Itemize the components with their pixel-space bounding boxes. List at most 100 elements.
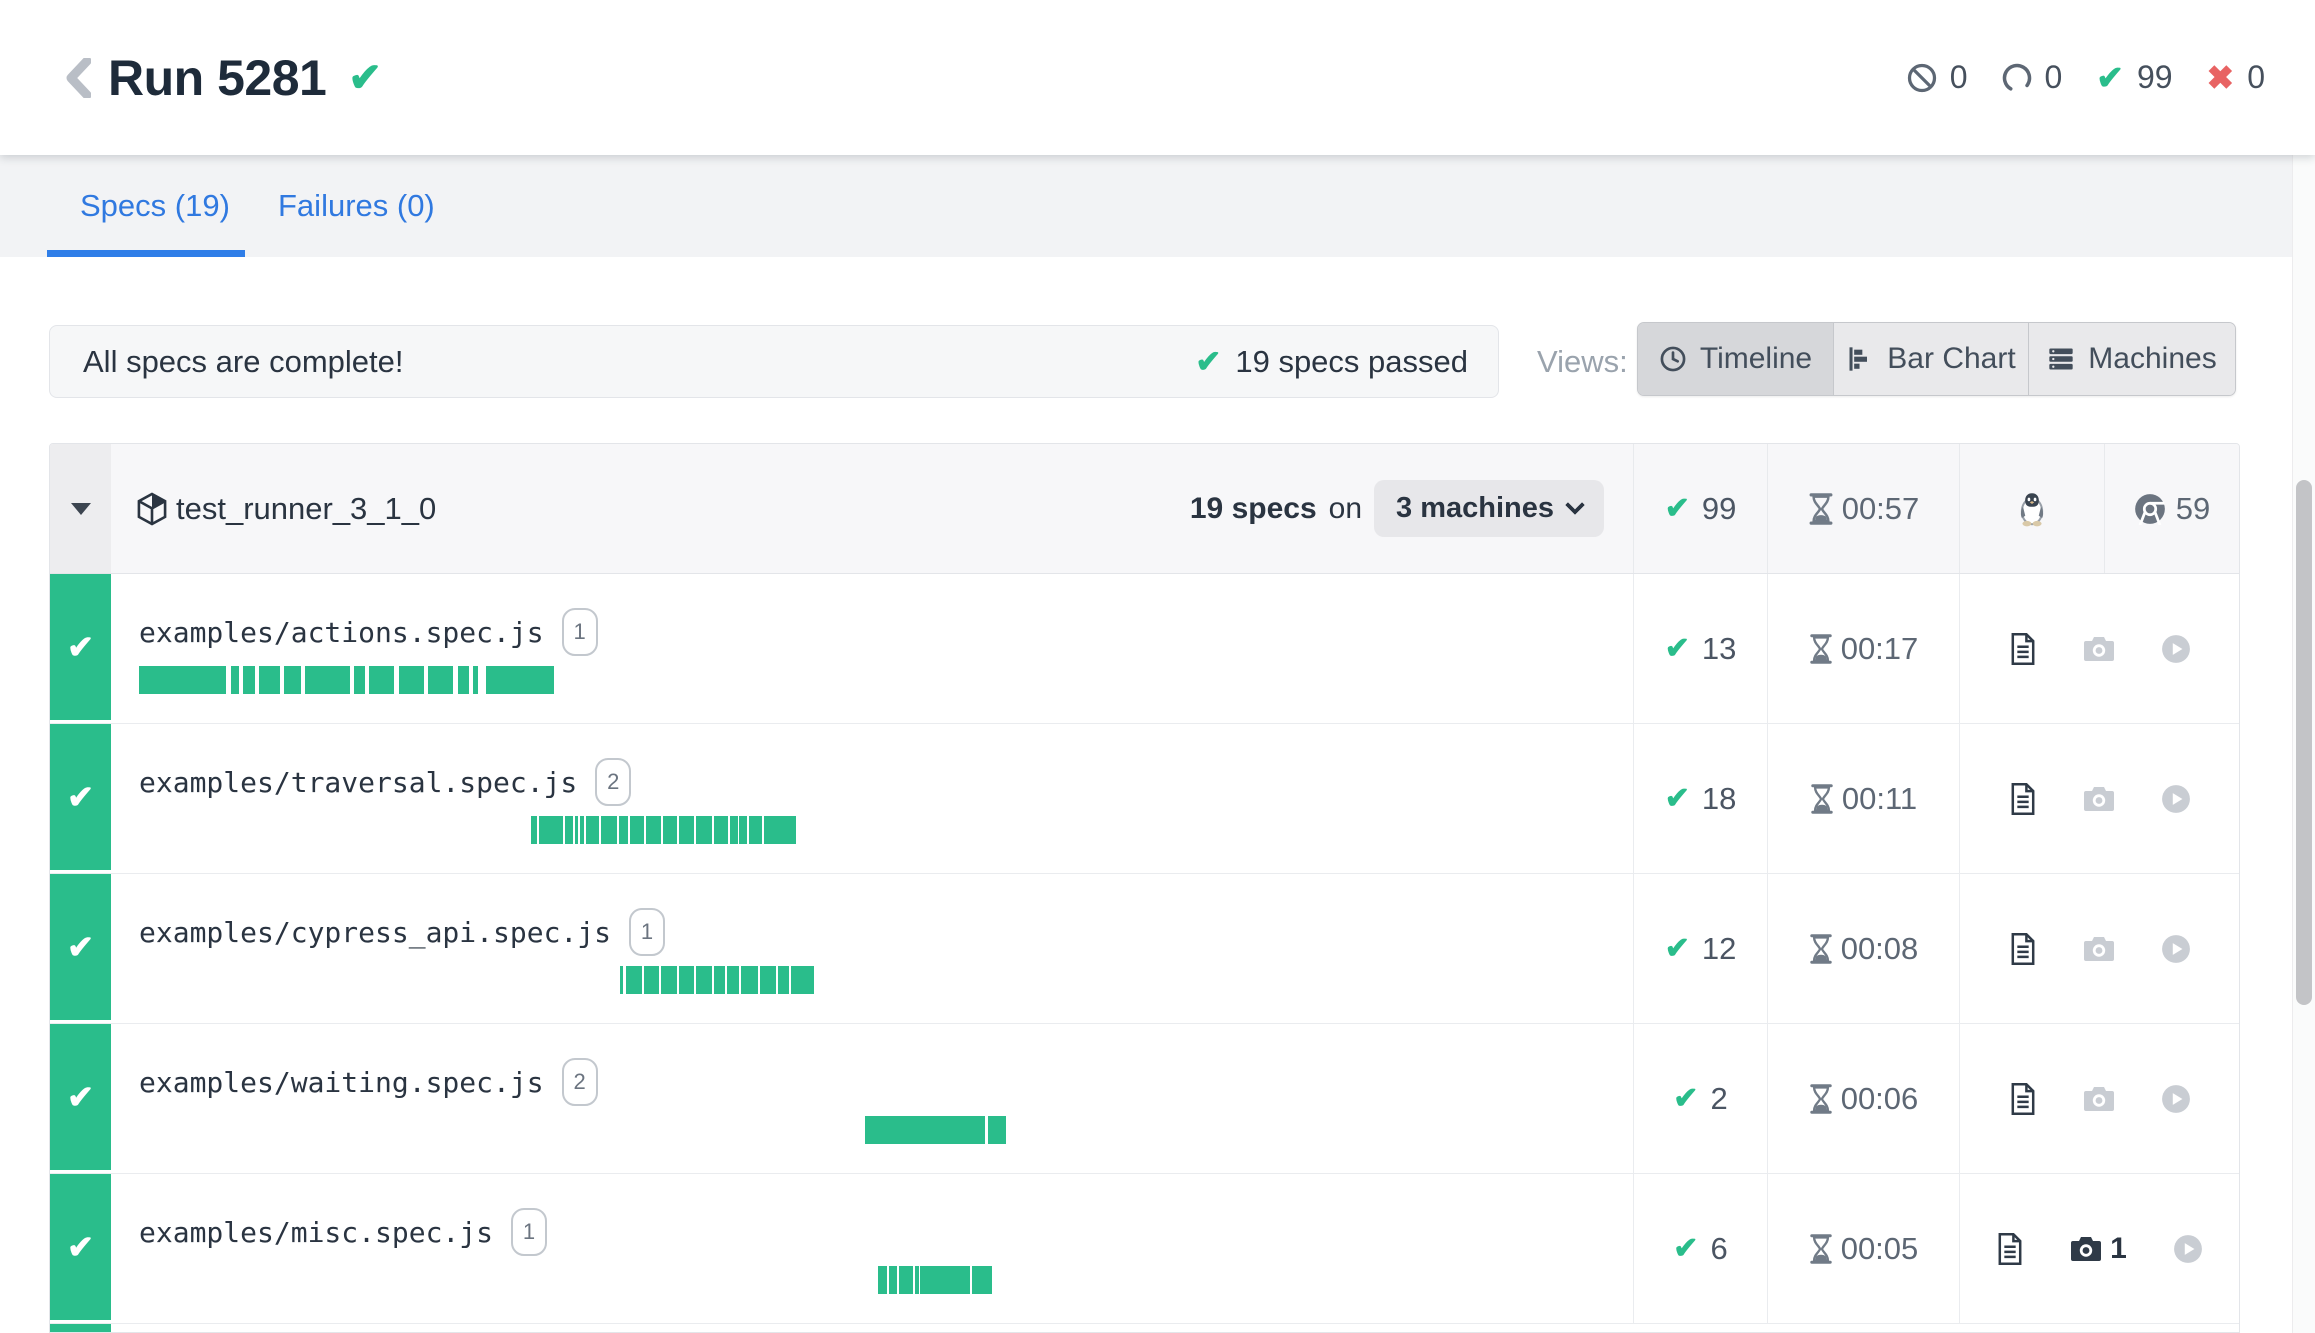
group-duration: 00:57 [1842,491,1920,527]
chrome-icon [2134,493,2166,525]
spec-name: examples/traversal.spec.js [139,766,577,799]
video-play-icon[interactable] [2161,634,2191,664]
video-play-icon[interactable] [2161,934,2191,964]
stdout-icon[interactable] [1996,1232,2024,1266]
bar-chart-button-label: Bar Chart [1887,342,2015,376]
chevron-left-icon [65,58,91,98]
spec-artifacts-cell [1959,1024,2239,1173]
linux-icon [2016,491,2048,527]
spec-row-partial[interactable] [50,1324,2239,1333]
group-name-label: test_runner_3_1_0 [176,491,436,527]
collapse-toggle[interactable] [50,444,111,573]
back-button[interactable] [58,54,98,102]
screenshots-icon[interactable] [2083,1086,2115,1112]
page-title: Run 5281 [108,49,326,107]
spec-name: examples/actions.spec.js [139,616,544,649]
hourglass-icon [1809,1084,1833,1114]
spec-duration: 00:08 [1841,931,1919,967]
group-name: test_runner_3_1_0 [136,491,436,527]
tab-failures[interactable]: Failures (0) [245,155,468,257]
spec-duration-cell: 00:11 [1767,724,1959,873]
specs-table: test_runner_3_1_0 19 specs on 3 machines… [49,443,2240,1333]
spec-passed-count: 13 [1702,631,1736,667]
spec-row[interactable]: ✔ examples/cypress_api.spec.js 1 ✔12 00:… [50,874,2239,1024]
machines-view-button[interactable]: Machines [2029,323,2235,395]
spec-badge: 1 [629,908,665,956]
spec-row[interactable]: ✔ examples/actions.spec.js 1 ✔13 00:17 [50,574,2239,724]
spec-status-passed: ✔ [50,724,111,873]
check-icon: ✔ [1665,491,1690,526]
pending-icon [2002,63,2032,93]
spec-main-cell: examples/cypress_api.spec.js 1 [111,874,1633,1023]
spec-main-cell: examples/waiting.spec.js 2 [111,1024,1633,1173]
check-icon: ✔ [67,928,94,966]
spec-artifacts-cell [1959,574,2239,723]
screenshots-icon[interactable]: 1 [2070,1232,2127,1266]
check-icon: ✔ [1195,344,1221,380]
screenshots-icon[interactable] [2083,636,2115,662]
stat-failed: ✖ 0 [2207,58,2265,97]
caret-down-icon [71,503,91,515]
spec-status-passed: ✔ [50,874,111,1023]
spec-duration-cell: 00:17 [1767,574,1959,723]
screenshots-icon[interactable] [2083,936,2115,962]
video-play-icon[interactable] [2161,784,2191,814]
views-label: Views: [1537,325,1628,398]
spec-passed-cell: ✔6 [1633,1174,1767,1323]
stdout-icon[interactable] [2009,632,2037,666]
spec-duration-cell: 00:06 [1767,1024,1959,1173]
screenshots-icon[interactable] [2083,786,2115,812]
group-browser-cell: 59 [2104,444,2239,573]
chevron-down-icon [1565,495,1585,515]
hourglass-icon [1809,634,1833,664]
spec-main-cell: examples/traversal.spec.js 2 [111,724,1633,873]
spec-passed-count: 18 [1702,781,1736,817]
check-icon: ✔ [67,628,94,666]
machines-dropdown-label: 3 machines [1396,492,1554,525]
spec-duration-cell: 00:05 [1767,1174,1959,1323]
group-passed-count: 99 [1702,491,1736,527]
skipped-count: 0 [1950,59,1968,96]
stdout-icon[interactable] [2009,932,2037,966]
check-icon: ✔ [1673,1231,1698,1266]
bar-chart-view-button[interactable]: Bar Chart [1834,323,2029,395]
machines-dropdown[interactable]: 3 machines [1374,480,1604,537]
passed-count: 99 [2137,59,2173,96]
timeline-view-button[interactable]: Timeline [1638,323,1834,395]
passed-summary-label: 19 specs passed [1235,344,1468,380]
spec-passed-count: 12 [1702,931,1736,967]
tab-specs[interactable]: Specs (19) [47,155,263,257]
check-icon: ✔ [67,1228,94,1266]
spec-row[interactable]: ✔ examples/waiting.spec.js 2 ✔2 00:06 [50,1024,2239,1174]
spec-passed-cell: ✔2 [1633,1024,1767,1173]
clock-icon [1659,345,1687,373]
completion-banner: All specs are complete! ✔ 19 specs passe… [49,325,1499,398]
screenshots-count: 1 [2110,1232,2127,1266]
hourglass-icon [1809,934,1833,964]
spec-main-cell: examples/actions.spec.js 1 [111,574,1633,723]
stat-passed: ✔ 99 [2096,58,2172,97]
stat-pending: 0 [2002,59,2063,96]
video-play-icon[interactable] [2173,1234,2203,1264]
scrollbar-thumb[interactable] [2296,480,2312,1005]
spec-row[interactable]: ✔ examples/misc.spec.js 1 ✔6 00:05 1 [50,1174,2239,1324]
spec-artifacts-cell [1959,874,2239,1023]
spec-row[interactable]: ✔ examples/traversal.spec.js 2 ✔18 00:11 [50,724,2239,874]
stdout-icon[interactable] [2009,1082,2037,1116]
spec-passed-cell: ✔12 [1633,874,1767,1023]
views-button-group: Timeline Bar Chart Machines [1637,322,2236,396]
group-passed-cell: ✔ 99 [1633,444,1767,573]
video-play-icon[interactable] [2161,1084,2191,1114]
failed-count: 0 [2247,59,2265,96]
spec-timeline [139,1266,1609,1294]
on-word: on [1329,492,1362,526]
scrollbar-track [2292,155,2315,1333]
spec-name: examples/waiting.spec.js [139,1066,544,1099]
spec-timeline [139,666,1609,694]
spec-passed-cell: ✔13 [1633,574,1767,723]
spec-passed-cell: ✔18 [1633,724,1767,873]
spec-duration: 00:11 [1842,781,1917,817]
check-icon: ✔ [1673,1081,1698,1116]
timeline-button-label: Timeline [1700,342,1812,376]
stdout-icon[interactable] [2009,782,2037,816]
